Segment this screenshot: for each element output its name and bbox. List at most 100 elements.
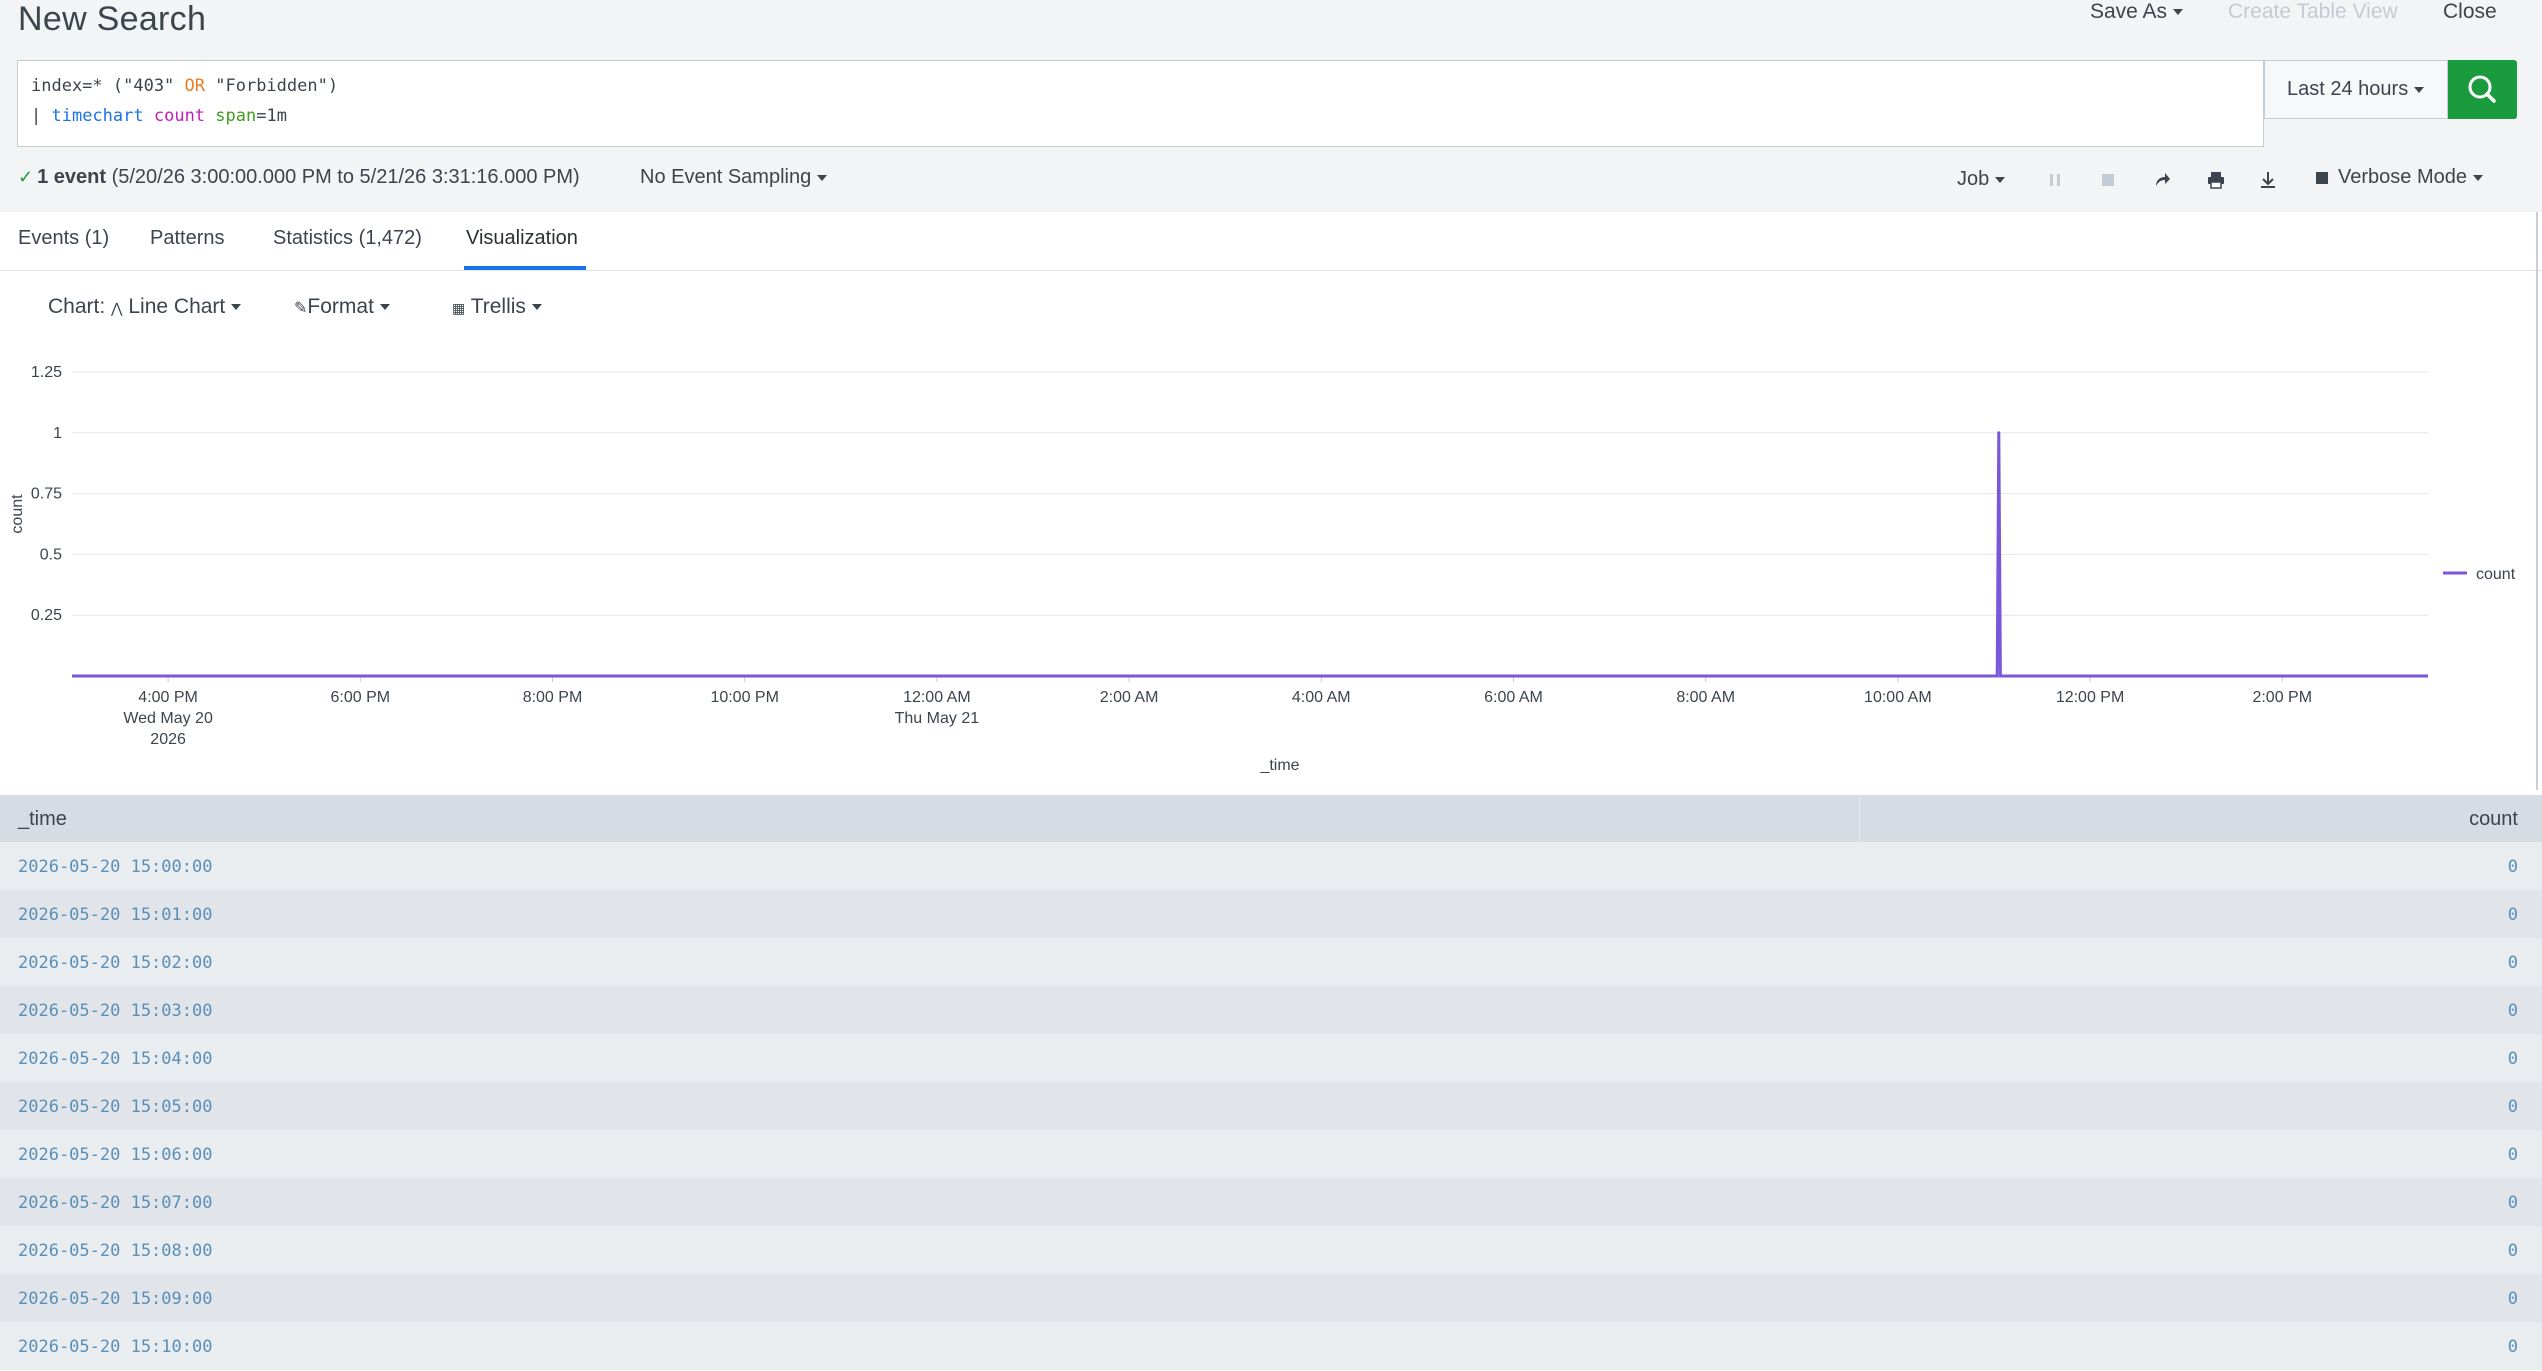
table-row[interactable]: 2026-05-20 15:06:00 0 <box>0 1130 2542 1178</box>
x-tick-label: 4:00 PM <box>138 689 198 706</box>
query-argument: span <box>215 106 257 126</box>
sampling-label: No Event Sampling <box>640 166 812 188</box>
y-tick-label: 0.5 <box>40 546 62 563</box>
cell-time[interactable]: 2026-05-20 15:06:00 <box>18 1145 212 1165</box>
column-header-time[interactable]: _time <box>18 808 67 831</box>
cell-time[interactable]: 2026-05-20 15:05:00 <box>18 1097 212 1117</box>
table-header: _time count <box>0 795 2542 842</box>
x-tick-label: 10:00 AM <box>1864 689 1932 706</box>
event-sampling-menu[interactable]: No Event Sampling <box>640 166 828 189</box>
cell-time[interactable]: 2026-05-20 15:02:00 <box>18 953 212 973</box>
stop-icon[interactable] <box>2100 172 2116 188</box>
cell-count[interactable]: 0 <box>2508 1337 2518 1357</box>
mode-label: Verbose Mode <box>2338 166 2467 188</box>
cell-time[interactable]: 2026-05-20 15:09:00 <box>18 1289 212 1309</box>
results-table: _time count 2026-05-20 15:00:00 0 2026-05-… <box>0 795 2542 1370</box>
table-row[interactable]: 2026-05-20 15:05:00 0 <box>0 1082 2542 1130</box>
x-tick-label: 2:00 PM <box>2252 689 2312 706</box>
cell-time[interactable]: 2026-05-20 15:00:00 <box>18 857 212 877</box>
chevron-down-icon <box>817 174 828 181</box>
table-row[interactable]: 2026-05-20 15:02:00 0 <box>0 938 2542 986</box>
cell-count[interactable]: 0 <box>2508 857 2518 877</box>
chart-type-label: Line Chart <box>128 295 226 318</box>
table-row[interactable]: 2026-05-20 15:04:00 0 <box>0 1034 2542 1082</box>
table-body: 2026-05-20 15:00:00 0 2026-05-20 15:01:00 0… <box>0 842 2542 1370</box>
close-button[interactable]: Close <box>2443 0 2497 24</box>
cell-time[interactable]: 2026-05-20 15:07:00 <box>18 1193 212 1213</box>
line-chart: 0.25 0.5 0.75 1 1.25 4:00 PM Wed May 20 2026 6:0… <box>9 364 2516 774</box>
chart-type-menu[interactable]: Chart: ⋀ Line Chart <box>48 295 242 319</box>
table-row[interactable]: 2026-05-20 15:10:00 0 <box>0 1322 2542 1370</box>
x-tick-label: Thu May 21 <box>895 710 980 727</box>
table-row[interactable]: 2026-05-20 15:08:00 0 <box>0 1226 2542 1274</box>
x-tick-label: 8:00 AM <box>1676 689 1735 706</box>
time-range-picker[interactable]: Last 24 hours <box>2264 60 2448 119</box>
query-text: "Forbidden") <box>205 76 339 96</box>
x-tick-label: 12:00 AM <box>903 689 971 706</box>
chevron-down-icon <box>531 304 542 311</box>
mode-icon <box>2316 171 2328 184</box>
tab-events[interactable]: Events (1) <box>18 227 109 250</box>
query-text: index=* ("403" <box>31 76 185 96</box>
cell-time[interactable]: 2026-05-20 15:10:00 <box>18 1337 212 1357</box>
cell-count[interactable]: 0 <box>2508 1097 2518 1117</box>
cell-time[interactable]: 2026-05-20 15:03:00 <box>18 1001 212 1021</box>
tab-patterns[interactable]: Patterns <box>150 227 224 250</box>
cell-count[interactable]: 0 <box>2508 1193 2518 1213</box>
search-mode-menu[interactable]: Verbose Mode <box>2316 166 2483 189</box>
table-row[interactable]: 2026-05-20 15:01:00 0 <box>0 890 2542 938</box>
pause-icon[interactable] <box>2048 172 2062 188</box>
x-tick-label: 4:00 AM <box>1292 689 1351 706</box>
cell-time[interactable]: 2026-05-20 15:01:00 <box>18 905 212 925</box>
table-row[interactable]: 2026-05-20 15:07:00 0 <box>0 1178 2542 1226</box>
y-tick-label: 1.25 <box>31 364 62 381</box>
save-as-label: Save As <box>2090 0 2168 23</box>
query-value: =1m <box>256 106 287 126</box>
y-tick-label: 0.25 <box>31 607 62 624</box>
share-icon[interactable] <box>2153 171 2171 189</box>
search-query-input[interactable]: index=* ("403" OR "Forbidden") | timecha… <box>17 60 2264 147</box>
table-row[interactable]: 2026-05-20 15:03:00 0 <box>0 986 2542 1034</box>
chevron-down-icon <box>379 304 390 311</box>
cell-count[interactable]: 0 <box>2508 953 2518 973</box>
time-range-text: (5/20/26 3:00:00.000 PM to 5/21/26 3:31:… <box>111 166 580 188</box>
scrollbar[interactable] <box>2536 212 2538 790</box>
job-menu[interactable]: Job <box>1957 168 2006 191</box>
x-tick-label: 6:00 PM <box>330 689 390 706</box>
search-icon <box>2468 75 2496 103</box>
search-button[interactable] <box>2448 60 2517 119</box>
save-as-menu[interactable]: Save As <box>2090 0 2184 24</box>
tab-statistics[interactable]: Statistics (1,472) <box>273 227 422 250</box>
query-line-2: | timechart count span=1m <box>31 106 287 126</box>
column-header-count[interactable]: count <box>2469 808 2518 831</box>
create-table-view-button[interactable]: Create Table View <box>2228 0 2398 24</box>
pencil-icon: ✎ <box>294 300 308 317</box>
trellis-menu[interactable]: ▦ Trellis <box>452 295 542 319</box>
y-axis-title: count <box>9 494 26 534</box>
tab-visualization[interactable]: Visualization <box>466 227 578 250</box>
job-status: ✓ 1 event (5/20/26 3:00:00.000 PM to 5/21… <box>18 166 580 189</box>
y-tick-label: 1 <box>53 425 62 442</box>
cell-count[interactable]: 0 <box>2508 1145 2518 1165</box>
chevron-down-icon <box>2414 86 2425 93</box>
job-label: Job <box>1957 168 1990 190</box>
query-or-keyword: OR <box>184 76 206 96</box>
download-icon[interactable] <box>2259 171 2277 189</box>
query-pipe: | <box>31 106 52 126</box>
cell-time[interactable]: 2026-05-20 15:08:00 <box>18 1241 212 1261</box>
chevron-down-icon <box>2173 9 2184 16</box>
page-title: New Search <box>18 0 207 38</box>
cell-count[interactable]: 0 <box>2508 1241 2518 1261</box>
print-icon[interactable] <box>2207 171 2225 189</box>
table-row[interactable]: 2026-05-20 15:09:00 0 <box>0 1274 2542 1322</box>
cell-count[interactable]: 0 <box>2508 1001 2518 1021</box>
cell-count[interactable]: 0 <box>2508 905 2518 925</box>
table-row[interactable]: 2026-05-20 15:00:00 0 <box>0 842 2542 890</box>
cell-count[interactable]: 0 <box>2508 1049 2518 1069</box>
x-tick-label: Wed May 20 <box>123 710 213 727</box>
trellis-label: Trellis <box>470 295 526 318</box>
cell-count[interactable]: 0 <box>2508 1289 2518 1309</box>
format-menu[interactable]: ✎Format <box>294 295 390 319</box>
search-header: New Search Save As Create Table View Clo… <box>0 0 2542 212</box>
cell-time[interactable]: 2026-05-20 15:04:00 <box>18 1049 212 1069</box>
